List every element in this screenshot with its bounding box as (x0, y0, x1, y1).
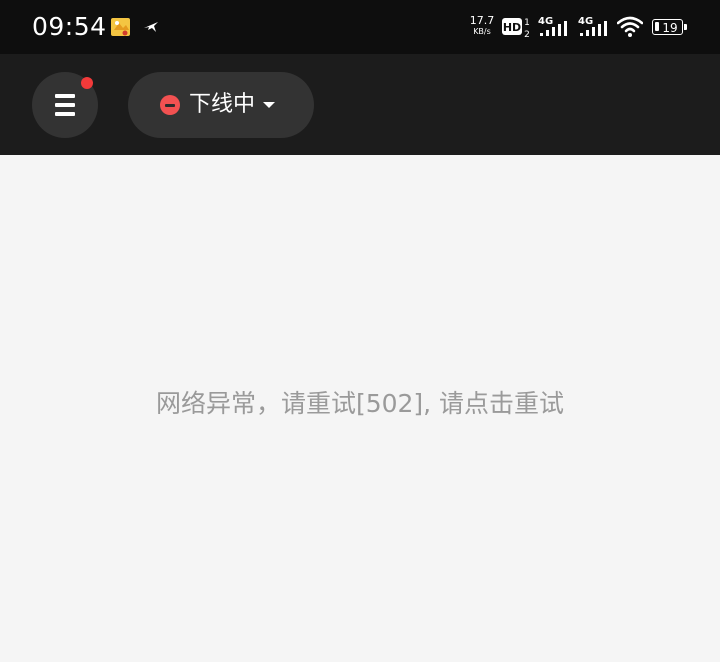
caret-down-icon (263, 102, 275, 108)
sim2-network-label: 4G (578, 16, 593, 27)
network-speed: 17.7 KB/s (468, 15, 496, 37)
offline-minus-icon (160, 95, 180, 115)
hamburger-menu-icon (55, 94, 75, 116)
sim1-network-label: 4G (538, 16, 553, 27)
status-time: 09:54 (32, 12, 107, 41)
online-status-dropdown[interactable]: 下线中 (128, 72, 314, 138)
wifi-icon (617, 16, 643, 37)
signal-icon: 4G (538, 16, 567, 36)
hd-voice-icon: HD 1 2 (502, 18, 530, 39)
menu-button[interactable] (32, 72, 98, 138)
app-header: 下线中 (0, 54, 720, 155)
svg-text:1: 1 (524, 18, 530, 28)
signal-icon: 4G (578, 16, 607, 36)
notification-app-icon (111, 18, 130, 36)
hd-label: HD (503, 21, 521, 34)
online-status-label: 下线中 (189, 92, 256, 117)
network-speed-unit: KB/s (473, 27, 491, 36)
notification-dot (81, 77, 93, 89)
network-speed-value: 17.7 (469, 14, 495, 27)
svg-text:2: 2 (524, 30, 530, 39)
battery-body: 19 (652, 19, 683, 35)
plane-icon (144, 22, 158, 32)
battery-cap (684, 24, 687, 30)
battery-icon: 19 (652, 19, 688, 38)
battery-level: 19 (662, 21, 678, 35)
retry-error-message[interactable]: 网络异常，请重试[502], 请点击重试 (0, 387, 720, 421)
status-bar: 09:54 17.7 KB/s HD 1 2 4G 4G 19 (0, 0, 720, 54)
main-content: 网络异常，请重试[502], 请点击重试 (0, 155, 720, 662)
